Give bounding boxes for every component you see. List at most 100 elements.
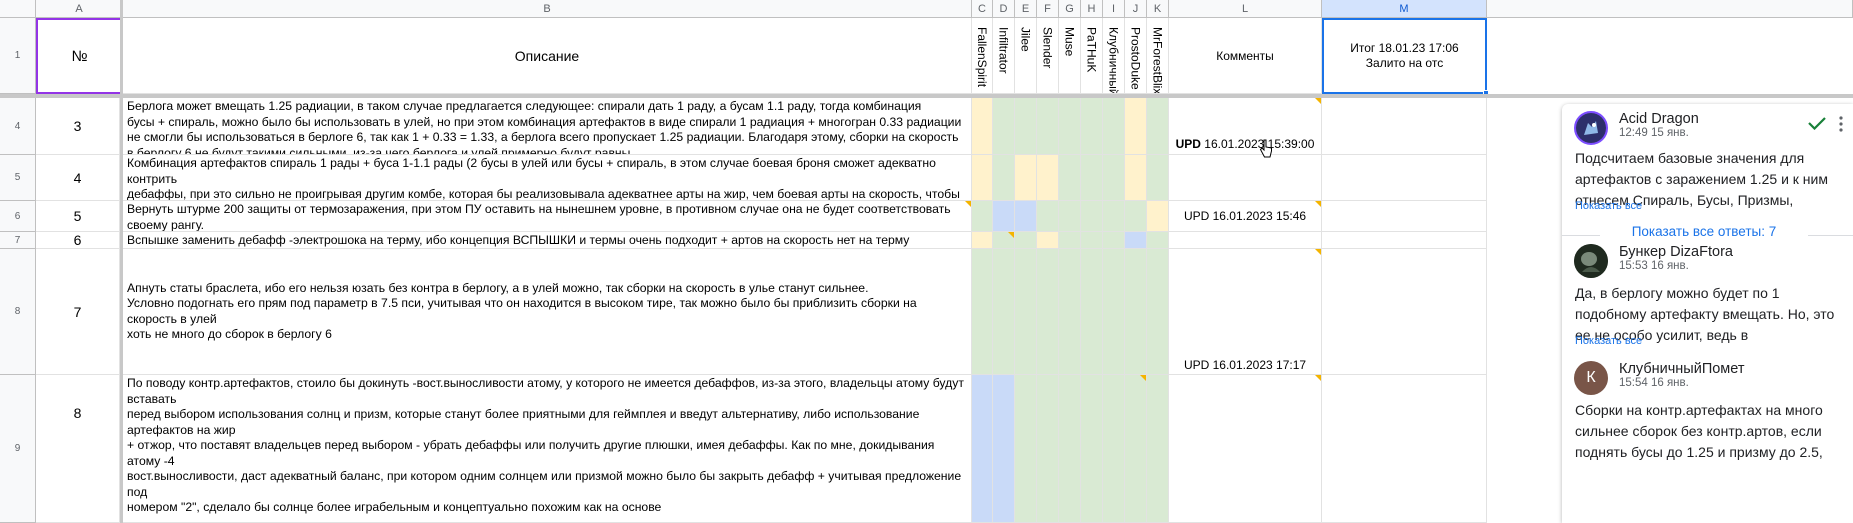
player-vote-cell[interactable] [1059,249,1081,375]
player-vote-cell[interactable] [1059,201,1081,232]
number-cell[interactable]: 8 [36,375,120,523]
column-header-b[interactable]: B [123,0,972,18]
row-header-4[interactable]: 4 [0,98,36,155]
row-header-6[interactable]: 6 [0,201,36,232]
column-header-m[interactable]: M [1322,0,1487,18]
player-vote-cell[interactable] [1059,98,1081,155]
header-player-cell[interactable]: FallenSpirit [972,18,993,94]
player-vote-cell[interactable] [1125,249,1147,375]
description-cell[interactable]: Берлога может вмещать 1.25 радиации, в т… [123,98,972,155]
player-vote-cell[interactable] [1037,249,1059,375]
player-vote-cell[interactable] [1125,155,1147,201]
header-player-cell[interactable]: Muse [1059,18,1081,94]
player-vote-cell[interactable] [1147,155,1169,201]
number-cell[interactable]: 4 [36,155,120,201]
description-cell[interactable]: По поводу контр.артефактов, стоило бы до… [123,375,972,523]
player-vote-cell[interactable] [1081,375,1103,523]
comment-indicator[interactable] [1140,375,1146,381]
player-vote-cell[interactable] [1015,201,1037,232]
comments-cell[interactable]: UPD 16.01.2023 15:46 [1169,201,1322,232]
description-cell[interactable]: Комбинация артефактов спираль 1 рады + б… [123,155,972,201]
comment-indicator[interactable] [1008,232,1014,238]
player-vote-cell[interactable] [993,375,1015,523]
column-header-f[interactable]: F [1037,0,1059,18]
comment-indicator[interactable] [1315,201,1321,207]
player-vote-cell[interactable] [1103,232,1125,249]
player-vote-cell[interactable] [1037,375,1059,523]
header-player-cell[interactable]: Infiltrator [993,18,1015,94]
total-cell[interactable] [1322,375,1487,523]
player-vote-cell[interactable] [1125,232,1147,249]
column-header-c[interactable]: C [972,0,993,18]
player-vote-cell[interactable] [1147,232,1169,249]
player-vote-cell[interactable] [972,98,993,155]
comments-cell[interactable] [1169,375,1322,523]
player-vote-cell[interactable] [993,155,1015,201]
header-number-cell[interactable]: № [36,18,123,94]
header-player-cell[interactable]: Jilee [1015,18,1037,94]
player-vote-cell[interactable] [1037,155,1059,201]
comments-cell[interactable] [1169,155,1322,201]
header-description-cell[interactable]: Описание [123,18,972,94]
total-cell[interactable] [1322,249,1487,375]
player-vote-cell[interactable] [972,155,993,201]
player-vote-cell[interactable] [1081,201,1103,232]
player-vote-cell[interactable] [1081,155,1103,201]
player-vote-cell[interactable] [1103,155,1125,201]
column-header-e[interactable]: E [1015,0,1037,18]
total-cell[interactable] [1322,98,1487,155]
comments-cell[interactable]: UPD 16.01.2023 17:17 [1169,249,1322,375]
header-comments-cell[interactable]: Комменты [1169,18,1322,94]
column-header-l[interactable]: L [1169,0,1322,18]
player-vote-cell[interactable] [1147,201,1169,232]
header-player-cell[interactable]: ProstoDuke [1125,18,1147,94]
player-vote-cell[interactable] [1147,98,1169,155]
player-vote-cell[interactable] [993,201,1015,232]
show-all-link[interactable]: Показать все [1575,335,1642,347]
row-header-1[interactable]: 1 [0,18,36,94]
player-vote-cell[interactable] [1147,375,1169,523]
header-player-cell[interactable]: Slender [1037,18,1059,94]
player-vote-cell[interactable] [1103,98,1125,155]
player-vote-cell[interactable] [1059,232,1081,249]
column-header-k[interactable]: K [1147,0,1169,18]
show-all-link[interactable]: Показать все [1575,200,1642,212]
number-cell[interactable]: 6 [36,232,120,249]
column-header-i[interactable]: I [1103,0,1125,18]
player-vote-cell[interactable] [1059,155,1081,201]
player-vote-cell[interactable] [972,201,993,232]
row-header-5[interactable]: 5 [0,155,36,201]
avatar-bunker[interactable] [1574,244,1608,278]
number-cell[interactable]: 5 [36,201,120,232]
comment-thread-panel[interactable]: Acid Dragon 12:49 15 янв. Подсчитаем баз… [1562,104,1853,523]
player-vote-cell[interactable] [1059,375,1081,523]
player-vote-cell[interactable] [1125,98,1147,155]
player-vote-cell[interactable] [1147,249,1169,375]
header-player-cell[interactable]: Клубничный [1103,18,1125,94]
number-cell[interactable]: 3 [36,98,120,155]
header-player-cell[interactable]: PaTHuK [1081,18,1103,94]
total-cell[interactable] [1322,155,1487,201]
player-vote-cell[interactable] [1103,201,1125,232]
player-vote-cell[interactable] [993,98,1015,155]
player-vote-cell[interactable] [972,249,993,375]
player-vote-cell[interactable] [1081,249,1103,375]
row-header-9[interactable]: 9 [0,375,36,523]
column-header-h[interactable]: H [1081,0,1103,18]
player-vote-cell[interactable] [993,249,1015,375]
player-vote-cell[interactable] [1125,201,1147,232]
description-cell[interactable]: Вспышке заменить дебафф -электрошока на … [123,232,972,249]
column-header-a[interactable]: A [36,0,123,18]
comments-cell[interactable]: UPD 16.01.2023 15:39:00 [1169,98,1322,155]
header-player-cell[interactable]: MrForestBlix [1147,18,1169,94]
row-header-7[interactable]: 7 [0,232,36,249]
resolve-check-icon[interactable] [1808,116,1826,130]
player-vote-cell[interactable] [1125,375,1147,523]
comment-indicator[interactable] [1315,98,1321,104]
select-all-corner[interactable] [0,0,36,18]
player-vote-cell[interactable] [1015,155,1037,201]
player-vote-cell[interactable] [972,375,993,523]
total-cell[interactable] [1322,201,1487,232]
total-cell[interactable] [1322,232,1487,249]
player-vote-cell[interactable] [1015,375,1037,523]
